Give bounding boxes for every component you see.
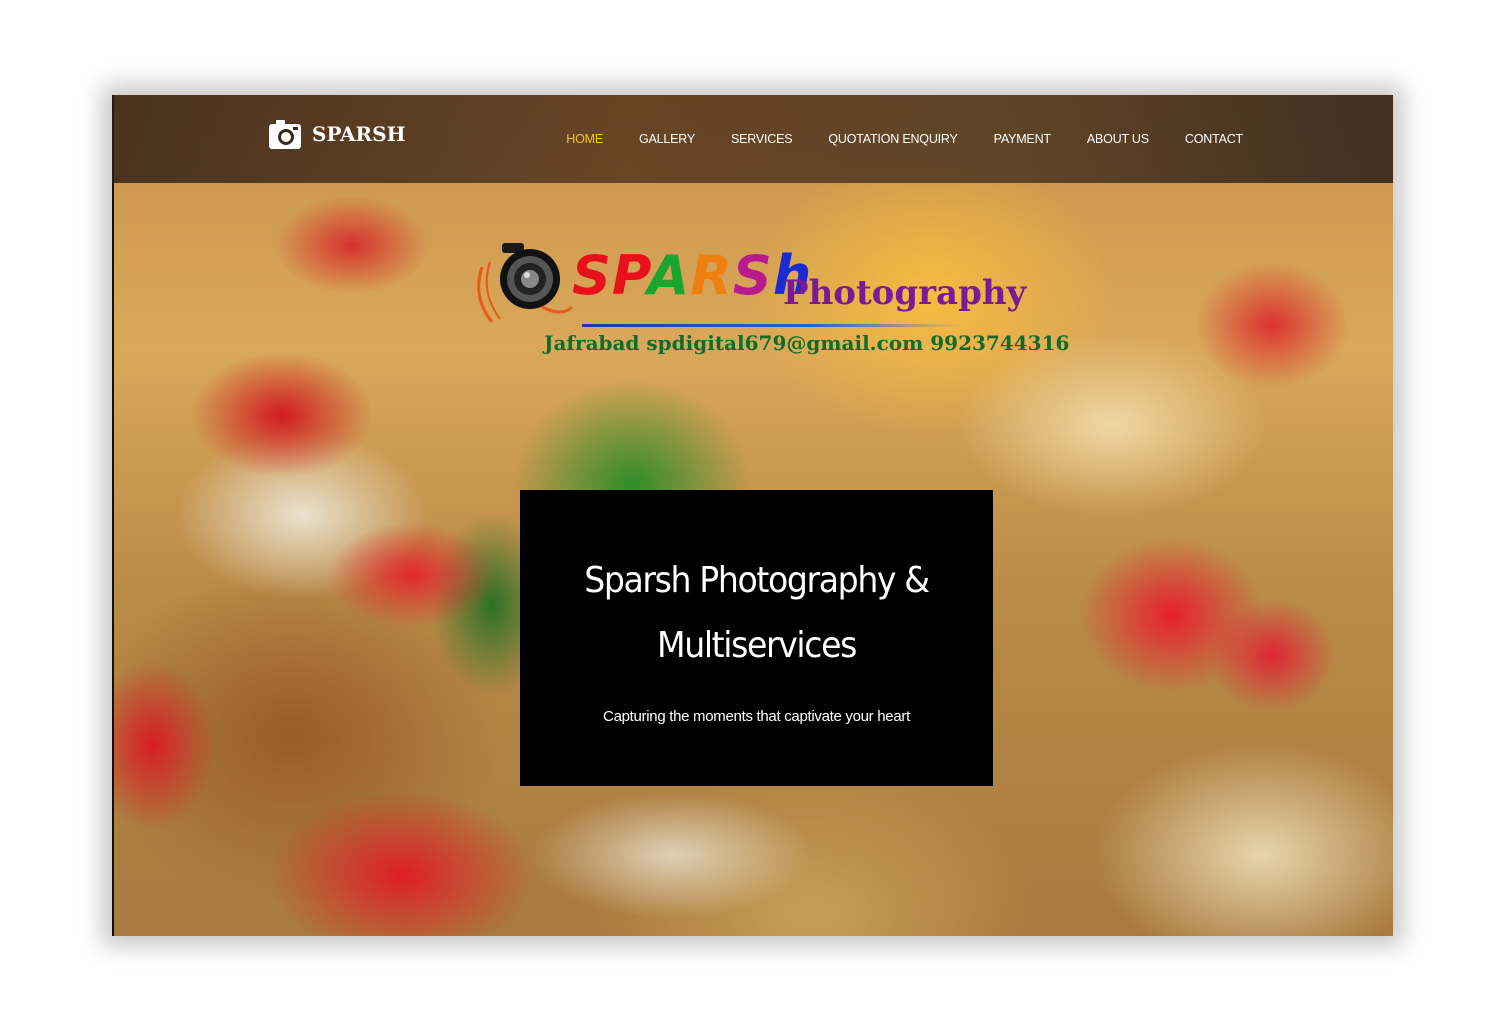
- sparsh-photography-logo: SPARSh Photography Jafrabad spdigital679…: [472, 237, 1069, 367]
- logo-contact-line: Jafrabad spdigital679@gmail.com 99237443…: [544, 331, 1070, 355]
- logo-underline: [582, 324, 962, 327]
- camera-icon: [269, 120, 301, 149]
- nav-quotation-enquiry[interactable]: QUOTATION ENQUIRY: [828, 132, 957, 146]
- main-nav: HOME GALLERY SERVICES QUOTATION ENQUIRY …: [530, 95, 1243, 183]
- brand-name: SPARSH: [312, 122, 406, 146]
- hero-title: Sparsh Photography & Multiservices: [584, 560, 930, 666]
- nav-contact[interactable]: CONTACT: [1185, 132, 1243, 146]
- navbar: SPARSH HOME GALLERY SERVICES QUOTATION E…: [112, 95, 1393, 183]
- nav-services[interactable]: SERVICES: [731, 132, 793, 146]
- nav-payment[interactable]: PAYMENT: [994, 132, 1051, 146]
- nav-home[interactable]: HOME: [566, 132, 603, 146]
- browser-viewport: SPARSH HOME GALLERY SERVICES QUOTATION E…: [112, 95, 1393, 936]
- nav-gallery[interactable]: GALLERY: [639, 132, 695, 146]
- brand-link[interactable]: SPARSH: [268, 117, 406, 151]
- logo-camera-icon: [477, 243, 572, 323]
- frame-edge: [112, 95, 114, 936]
- logo-sparsh-wordmark: SPARSh: [572, 244, 813, 307]
- nav-about-us[interactable]: ABOUT US: [1087, 132, 1149, 146]
- logo-photography-text: Photography: [783, 273, 1027, 313]
- hero-caption-box: Sparsh Photography & Multiservices Captu…: [520, 490, 993, 786]
- hero-subtitle: Capturing the moments that captivate you…: [603, 708, 910, 725]
